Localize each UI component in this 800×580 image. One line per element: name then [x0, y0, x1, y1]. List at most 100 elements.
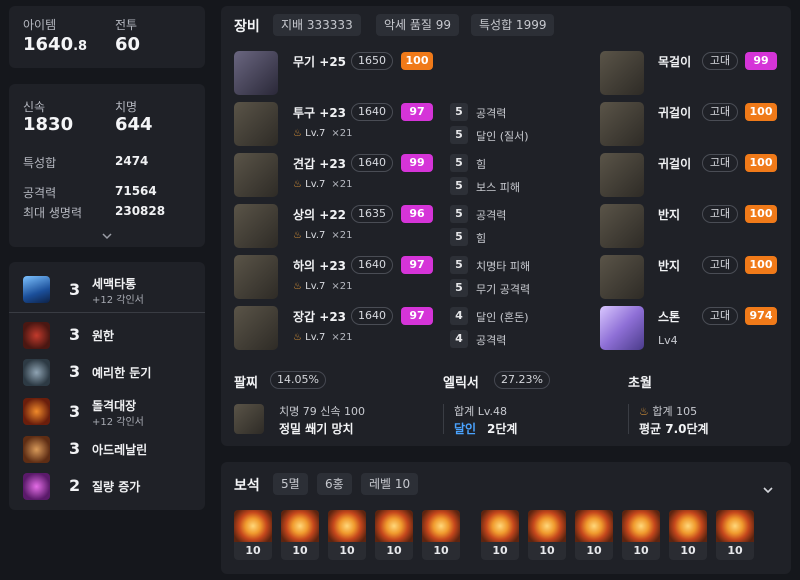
- bracelet-stats: 치명 79 신속 100: [279, 405, 365, 418]
- necklace-icon: [600, 51, 644, 95]
- engraving-book: +12 각인서: [92, 417, 144, 428]
- stat-total-chip: 특성합 1999: [471, 14, 555, 36]
- gem-icon: [375, 510, 413, 542]
- engraving-item[interactable]: 3 예리한 둔기: [9, 355, 205, 391]
- elixir-title: 엘릭서: [443, 376, 479, 391]
- accessory-name: 반지: [658, 259, 681, 273]
- bracelet-effects: 정밀 쐐기 망치: [279, 422, 354, 436]
- engraving-level: 3: [69, 325, 81, 344]
- effect-name: 무기 공격력: [476, 283, 531, 296]
- equipment-name: 장갑 +23: [293, 310, 347, 324]
- engraving-item[interactable]: 3 원한: [9, 318, 205, 354]
- gem-item[interactable]: 10: [669, 510, 707, 560]
- effect-level: 5: [450, 205, 468, 223]
- transcend-level: ♨ Lv.7 ×21: [293, 179, 353, 190]
- gem-level: 10: [622, 542, 660, 560]
- effect-name: 힘: [476, 158, 487, 171]
- attack-value: 71564: [115, 184, 157, 198]
- transcend-level: ♨ Lv.7 ×21: [293, 332, 353, 343]
- effect-level: 5: [450, 126, 468, 144]
- gem-count-chip: 6홍: [317, 473, 352, 495]
- gem-item[interactable]: 10: [622, 510, 660, 560]
- divider: [628, 404, 629, 434]
- chevron-down-icon[interactable]: [762, 480, 774, 494]
- hp-value: 230828: [115, 204, 166, 218]
- gem-item[interactable]: 10: [528, 510, 566, 560]
- gem-level: 10: [716, 542, 754, 560]
- engraving-level: 3: [69, 362, 81, 381]
- engraving-level: 3: [69, 439, 81, 458]
- gem-icon: [328, 510, 366, 542]
- gem-item[interactable]: 10: [716, 510, 754, 560]
- stat-crit-label: 치명: [115, 100, 138, 114]
- equipment-name: 투구 +23: [293, 106, 347, 120]
- gem-icon: [481, 510, 519, 542]
- gem-item[interactable]: 10: [328, 510, 366, 560]
- quality-badge: 97: [401, 103, 433, 121]
- gems-title: 보석: [234, 478, 260, 494]
- gem-item[interactable]: 10: [281, 510, 319, 560]
- engraving-name: 질량 증가: [92, 480, 141, 494]
- earring-icon: [600, 102, 644, 146]
- gem-level: 10: [528, 542, 566, 560]
- gem-item[interactable]: 10: [575, 510, 613, 560]
- gem-item[interactable]: 10: [234, 510, 272, 560]
- gloves-icon: [234, 306, 278, 350]
- transcend-level: ♨ Lv.7 ×21: [293, 281, 353, 292]
- engraving-level: 2: [69, 476, 81, 495]
- item-level-chip: 1650: [351, 52, 393, 70]
- raid-captain-icon: [23, 398, 50, 425]
- engraving-item[interactable]: 3 돌격대장 +12 각인서: [9, 392, 205, 432]
- gem-count-chip: 5멸: [273, 473, 308, 495]
- chevron-down-icon[interactable]: [101, 226, 113, 240]
- engraving-item[interactable]: 3 세맥타통 +12 각인서: [9, 270, 205, 310]
- stat-total-label: 특성합: [23, 156, 57, 170]
- gem-level: 10: [328, 542, 366, 560]
- engraving-level: 3: [69, 280, 81, 299]
- gem-icon: [281, 510, 319, 542]
- grade-chip: 고대: [702, 103, 738, 121]
- engraving-name: 돌격대장: [92, 399, 137, 413]
- gem-item[interactable]: 10: [481, 510, 519, 560]
- quality-badge: 974: [745, 307, 777, 325]
- grade-chip: 고대: [702, 154, 738, 172]
- effect-name: 보스 피해: [476, 181, 520, 194]
- effect-name: 공격력: [476, 334, 507, 347]
- quality-badge: 99: [401, 154, 433, 172]
- bracelet-chip: 14.05%: [270, 371, 326, 389]
- equipment-name: 견갑 +23: [293, 157, 347, 171]
- gem-icon: [669, 510, 707, 542]
- accessory-name: 귀걸이: [658, 106, 692, 120]
- gem-level: 10: [234, 542, 272, 560]
- gem-item[interactable]: 10: [375, 510, 413, 560]
- grade-chip: 고대: [702, 52, 738, 70]
- engraving-name: 예리한 둔기: [92, 366, 152, 380]
- divider: [9, 312, 205, 313]
- gem-item[interactable]: 10: [422, 510, 460, 560]
- acc-quality-chip: 악세 품질 99: [376, 14, 460, 36]
- grade-chip: 고대: [702, 307, 738, 325]
- quality-badge: 99: [745, 52, 777, 70]
- divider: [443, 404, 444, 434]
- quality-badge: 97: [401, 256, 433, 274]
- accessory-name: 목걸이: [658, 55, 692, 69]
- accessory-name: 귀걸이: [658, 157, 692, 171]
- transcend-average: 평균 7.0단계: [639, 422, 709, 436]
- engraving-level: 3: [69, 402, 81, 421]
- item-level-label: 아이템: [23, 18, 57, 32]
- quality-badge: 100: [745, 103, 777, 121]
- equipment-panel: 장비 지배 333333 악세 품질 99 특성합 1999 무기 +25 16…: [221, 6, 791, 446]
- engraving-item[interactable]: 2 질량 증가: [9, 469, 205, 505]
- stone-icon: [600, 306, 644, 350]
- elixir-total: 합계 Lv.48: [454, 405, 508, 418]
- effect-name: 힘: [476, 232, 487, 245]
- effect-name: 달인 (질서): [476, 130, 529, 143]
- stone-level: Lv4: [658, 334, 678, 347]
- helmet-icon: [234, 102, 278, 146]
- engraving-item[interactable]: 3 아드레날린: [9, 432, 205, 468]
- ring-icon: [600, 204, 644, 248]
- accessory-name: 스톤: [658, 310, 681, 324]
- equipment-name: 하의 +23: [293, 259, 347, 273]
- gem-icon: [575, 510, 613, 542]
- effect-level: 5: [450, 177, 468, 195]
